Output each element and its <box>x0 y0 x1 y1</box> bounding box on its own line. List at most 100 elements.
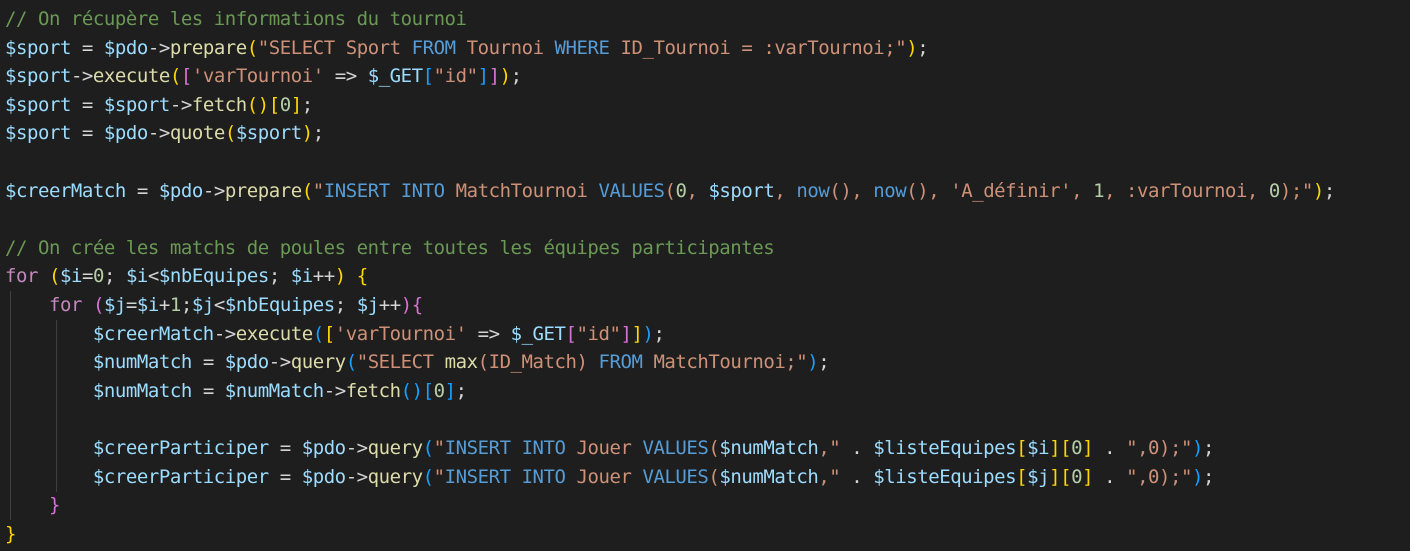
function-token: query <box>290 351 346 374</box>
code-editor[interactable]: // On récupère les informations du tourn… <box>0 0 1410 551</box>
code-line[interactable]: $creerParticiper = $pdo->query("INSERT I… <box>5 434 1335 463</box>
function-token: max <box>444 351 478 374</box>
variable-token: $_GET <box>367 65 423 88</box>
sql-keyword-token: INSERT <box>444 465 511 488</box>
bracket-token: ) <box>642 322 654 345</box>
operator-token: -> <box>147 122 170 145</box>
variable-token: $nbEquipes <box>158 265 269 288</box>
variable-token: $i <box>125 265 148 288</box>
operator-token <box>5 494 49 516</box>
operator-token: ; <box>818 351 830 374</box>
sql-keyword-token: INTO <box>521 465 566 488</box>
code-line[interactable]: } <box>5 520 1335 549</box>
operator-token: ; <box>1203 436 1215 459</box>
string-token: (), 'A_définir', <box>906 179 1094 202</box>
string-token: (ID_Match) <box>477 351 599 374</box>
bracket-token: () <box>246 93 269 116</box>
operator-token <box>5 466 93 488</box>
variable-token: $sport <box>5 36 71 59</box>
operator-token: ; <box>455 379 467 402</box>
variable-token: $sport <box>103 93 170 116</box>
operator-token: -> <box>213 322 236 345</box>
number-token: 0 <box>675 179 687 202</box>
bracket-token: ] <box>620 322 632 345</box>
string-token: ," <box>818 465 841 488</box>
bracket-token: ] <box>1049 465 1061 488</box>
bracket-token: [ <box>268 93 280 116</box>
operator-token: = <box>268 436 302 459</box>
code-line[interactable] <box>5 205 1335 234</box>
code-line[interactable]: // On récupère les informations du tourn… <box>5 5 1335 34</box>
variable-token: $creerParticiper <box>92 465 269 488</box>
bracket-token: ] <box>488 65 500 88</box>
bracket-token: ( <box>345 351 357 374</box>
string-token: , <box>686 179 709 202</box>
code-line[interactable]: $numMatch = $pdo->query("SELECT max(ID_M… <box>5 348 1335 377</box>
bracket-token: ( <box>48 265 60 288</box>
code-line[interactable]: } <box>5 491 1335 520</box>
string-token: " <box>312 179 324 202</box>
code-line[interactable] <box>5 405 1335 434</box>
string-token: " <box>433 436 445 459</box>
operator-token: -> <box>323 379 346 402</box>
bracket-token: [ <box>1016 436 1028 459</box>
string-token: "id" <box>576 322 621 345</box>
bracket-token: ] <box>444 379 456 402</box>
string-token: Jouer <box>565 436 643 459</box>
operator-token: ; <box>917 36 929 59</box>
code-line[interactable]: for ($j=$i+1;$j<$nbEquipes; $j++){ <box>5 291 1335 320</box>
sql-keyword-token: FROM <box>598 351 643 374</box>
keyword-token: for <box>48 293 82 316</box>
string-token: 'varTournoi' <box>191 65 324 88</box>
variable-token: $i <box>59 265 82 288</box>
string-token: , :varTournoi, <box>1104 179 1269 202</box>
variable-token: $creerParticiper <box>92 436 269 459</box>
code-line[interactable] <box>5 148 1335 177</box>
bracket-token: ( <box>169 65 181 88</box>
code-line[interactable]: for ($i=0; $i<$nbEquipes; $i++) { <box>5 262 1335 291</box>
operator-token: ; <box>268 265 291 288</box>
variable-token: $i <box>136 293 159 316</box>
code-line[interactable]: $creerMatch->execute(['varTournoi' => $_… <box>5 320 1335 349</box>
sql-keyword-token: VALUES <box>598 179 665 202</box>
operator-token: ; <box>312 122 324 145</box>
operator-token: -> <box>70 65 93 88</box>
variable-token: $i <box>290 265 313 288</box>
code-line[interactable]: $creerMatch = $pdo->prepare("INSERT INTO… <box>5 177 1335 206</box>
bracket-token: ) <box>906 36 918 59</box>
bracket-token: ) <box>1312 179 1324 202</box>
code-line[interactable]: $numMatch = $numMatch->fetch()[0]; <box>5 377 1335 406</box>
bracket-token: ) <box>400 293 412 316</box>
string-token: ( <box>708 436 720 459</box>
comment-token: // On récupère les informations du tourn… <box>5 8 467 30</box>
code-line[interactable]: // On crée les matchs de poules entre to… <box>5 234 1335 263</box>
bracket-token: ( <box>422 436 434 459</box>
bracket-token: [ <box>1016 465 1028 488</box>
operator-token: -> <box>268 351 291 374</box>
sql-keyword-token: VALUES <box>642 465 709 488</box>
operator-token: = <box>191 351 225 374</box>
bracket-token: [ <box>1060 436 1072 459</box>
variable-token: $creerMatch <box>92 322 214 345</box>
code-line[interactable]: $sport = $pdo->quote($sport); <box>5 119 1335 148</box>
bracket-token: [ <box>422 379 434 402</box>
operator-token: => <box>466 322 511 345</box>
code-line[interactable]: $sport = $sport->fetch()[0]; <box>5 91 1335 120</box>
string-token: );" <box>1279 179 1313 202</box>
code-area[interactable]: // On récupère les informations du tourn… <box>5 5 1335 548</box>
code-line[interactable]: $sport = $pdo->prepare("SELECT Sport FRO… <box>5 34 1335 63</box>
variable-token: $j <box>191 293 214 316</box>
code-line[interactable]: $creerParticiper = $pdo->query("INSERT I… <box>5 463 1335 492</box>
string-token: "SELECT <box>356 351 445 374</box>
string-token: MatchTournoi <box>444 179 599 202</box>
number-token: 0 <box>92 265 104 288</box>
string-token: Jouer <box>565 465 643 488</box>
number-token: 1 <box>169 293 181 316</box>
bracket-token: () <box>400 379 423 402</box>
code-line[interactable]: $sport->execute(['varTournoi' => $_GET["… <box>5 62 1335 91</box>
operator-token: -> <box>147 36 170 59</box>
string-token: Sport <box>345 36 401 59</box>
operator-token: ; <box>301 93 313 116</box>
string-token: ," <box>818 436 841 459</box>
bracket-token: [ <box>1060 465 1072 488</box>
